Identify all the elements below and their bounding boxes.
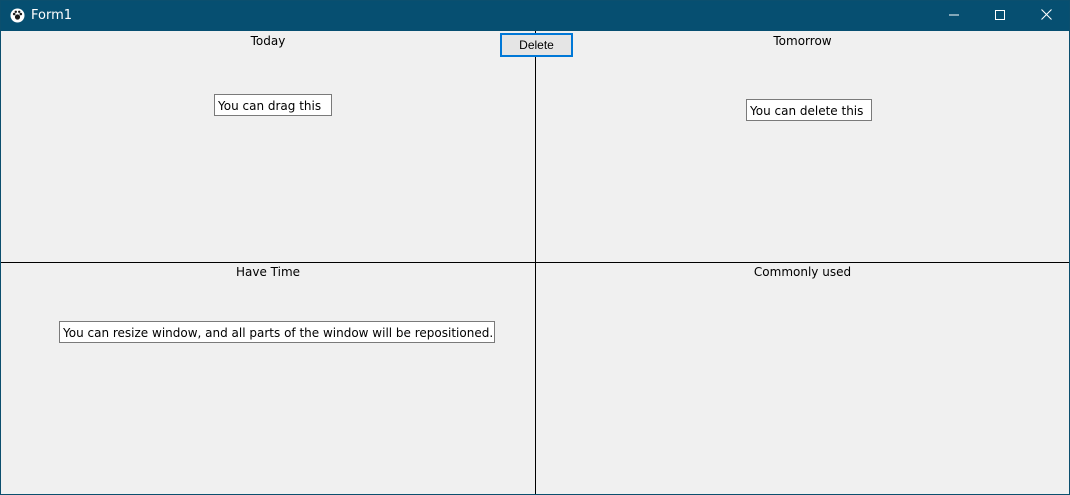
form-window: Form1 Today Tomorrow Have Time Commonly …	[0, 0, 1070, 495]
client-area: Today Tomorrow Have Time Commonly used D…	[1, 31, 1069, 494]
minimize-icon	[949, 9, 959, 23]
delete-button[interactable]: Delete	[500, 33, 573, 57]
task-item-resize[interactable]: You can resize window, and all parts of …	[59, 321, 495, 343]
window-title: Form1	[31, 8, 73, 23]
panel-label-have-time: Have Time	[235, 265, 301, 279]
paw-icon	[10, 8, 25, 23]
maximize-button[interactable]	[977, 1, 1023, 31]
maximize-icon	[995, 9, 1005, 23]
horizontal-divider	[1, 262, 1069, 263]
title-bar[interactable]: Form1	[1, 1, 1069, 31]
panel-label-today: Today	[250, 34, 286, 48]
task-item-delete[interactable]: You can delete this	[746, 99, 872, 121]
panel-label-commonly-used: Commonly used	[753, 265, 852, 279]
panel-label-tomorrow: Tomorrow	[773, 34, 832, 48]
close-button[interactable]	[1023, 1, 1069, 31]
minimize-button[interactable]	[931, 1, 977, 31]
close-icon	[1040, 9, 1052, 23]
task-item-drag[interactable]: You can drag this	[214, 94, 332, 116]
